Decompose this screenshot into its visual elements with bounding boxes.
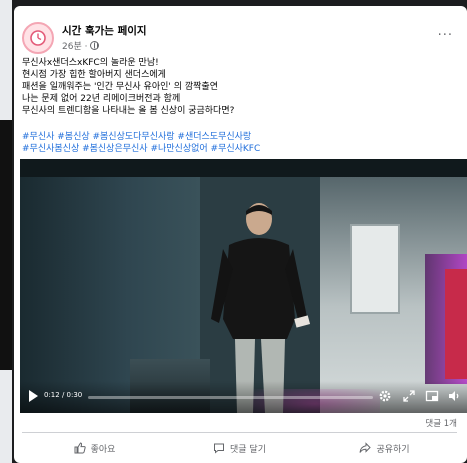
comment-button[interactable]: 댓글 달기 [167, 436, 312, 460]
settings-icon[interactable] [378, 389, 392, 403]
post-text-line: 패션을 일깨워주는 '인간 무신사 유아인' 의 깜짝출연 [22, 82, 218, 92]
pip-icon[interactable] [425, 389, 439, 403]
share-label: 공유하기 [376, 444, 410, 455]
clock-icon [30, 30, 46, 46]
post-text-line: 현시점 가장 힙한 할아버지 샌더스에게 [22, 70, 166, 80]
hashtag-line[interactable]: #무신사봄신상 #봄신상은무신사 #나만신상없어 #무신사KFC [22, 143, 447, 155]
expand-icon[interactable] [402, 389, 416, 403]
post-text-line: 무신사x샌더스xKFC의 놀라운 만남! [22, 58, 159, 68]
post-text-line: 무신사의 트렌디함을 나타내는 올 봄 신상이 궁금하다면? [22, 106, 235, 116]
video-scene-door [445, 269, 467, 379]
video-controls: 0:12 / 0:30 [20, 381, 467, 413]
page-name[interactable]: 시간 훅가는 페이지 [62, 23, 147, 38]
action-divider [22, 432, 457, 433]
like-label: 좋아요 [90, 444, 116, 455]
globe-icon [90, 41, 100, 50]
post-meta: 26분 · [62, 39, 100, 52]
more-options-button[interactable]: ··· [438, 28, 453, 43]
video-time: 0:12 / 0:30 [44, 391, 83, 399]
comment-icon [214, 443, 224, 454]
post-text: 무신사x샌더스xKFC의 놀라운 만남! 현시점 가장 힙한 할아버지 샌더스에… [22, 57, 442, 117]
video-progress-bar[interactable] [88, 396, 373, 399]
post-text-line: 나는 문제 없어 22년 리메이크버전과 함께 [22, 94, 181, 104]
video-scene-window [350, 224, 400, 314]
video-player[interactable]: 0:12 / 0:30 [20, 159, 467, 413]
share-icon [359, 442, 372, 453]
post-timestamp[interactable]: 26분 · [62, 39, 87, 52]
like-button[interactable]: 좋아요 [22, 436, 167, 460]
post-card: 시간 훅가는 페이지 26분 · ··· 무신사x샌더스xKFC의 놀라운 만남… [14, 6, 467, 463]
action-bar: 좋아요 댓글 달기 공유하기 [22, 436, 457, 460]
play-icon[interactable] [29, 390, 38, 402]
hashtag-line[interactable]: #무신사 #봄신상 #봄신상도다무신사랑 #샌더스도무신사랑 [22, 131, 447, 143]
post-hashtags: #무신사 #봄신상 #봄신상도다무신사랑 #샌더스도무신사랑 #무신사봄신상 #… [22, 131, 447, 155]
share-button[interactable]: 공유하기 [312, 436, 457, 460]
background-panel-dark [0, 120, 12, 370]
volume-icon[interactable] [447, 389, 461, 403]
comment-label: 댓글 달기 [230, 444, 266, 455]
post-header: 시간 훅가는 페이지 26분 · ··· [22, 20, 457, 54]
comment-count[interactable]: 댓글 1개 [425, 417, 457, 429]
background-panel-left [0, 0, 12, 463]
video-scene-ceiling [20, 159, 467, 177]
page-avatar[interactable] [22, 22, 54, 54]
thumbs-up-icon [74, 442, 86, 454]
